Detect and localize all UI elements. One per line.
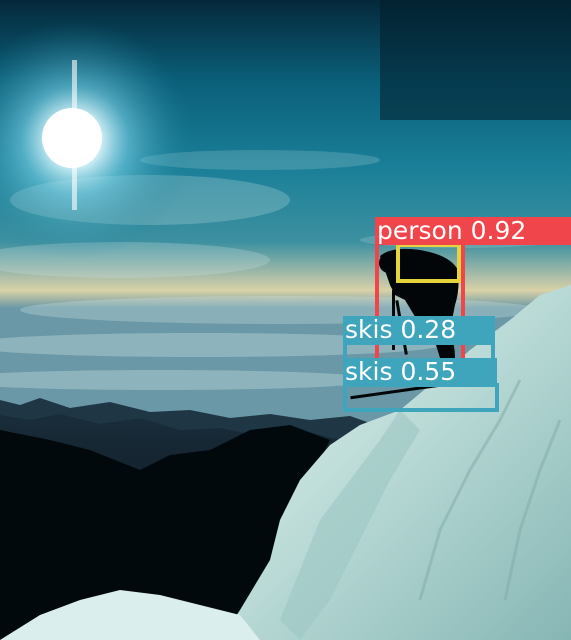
detection-scene: person 0.92 skis 0.28 skis 0.55	[0, 0, 571, 640]
skis-score-1: 0.28	[400, 315, 457, 344]
person-class: person	[377, 216, 463, 245]
skis-label-1: skis 0.28	[343, 316, 495, 344]
skis-score-2: 0.55	[400, 357, 457, 386]
skis-label-2: skis 0.55	[343, 358, 497, 386]
skis-class-1: skis	[345, 315, 393, 344]
skis-class-2: skis	[345, 357, 393, 386]
person-label: person 0.92	[375, 217, 571, 245]
person-score: 0.92	[470, 216, 527, 245]
